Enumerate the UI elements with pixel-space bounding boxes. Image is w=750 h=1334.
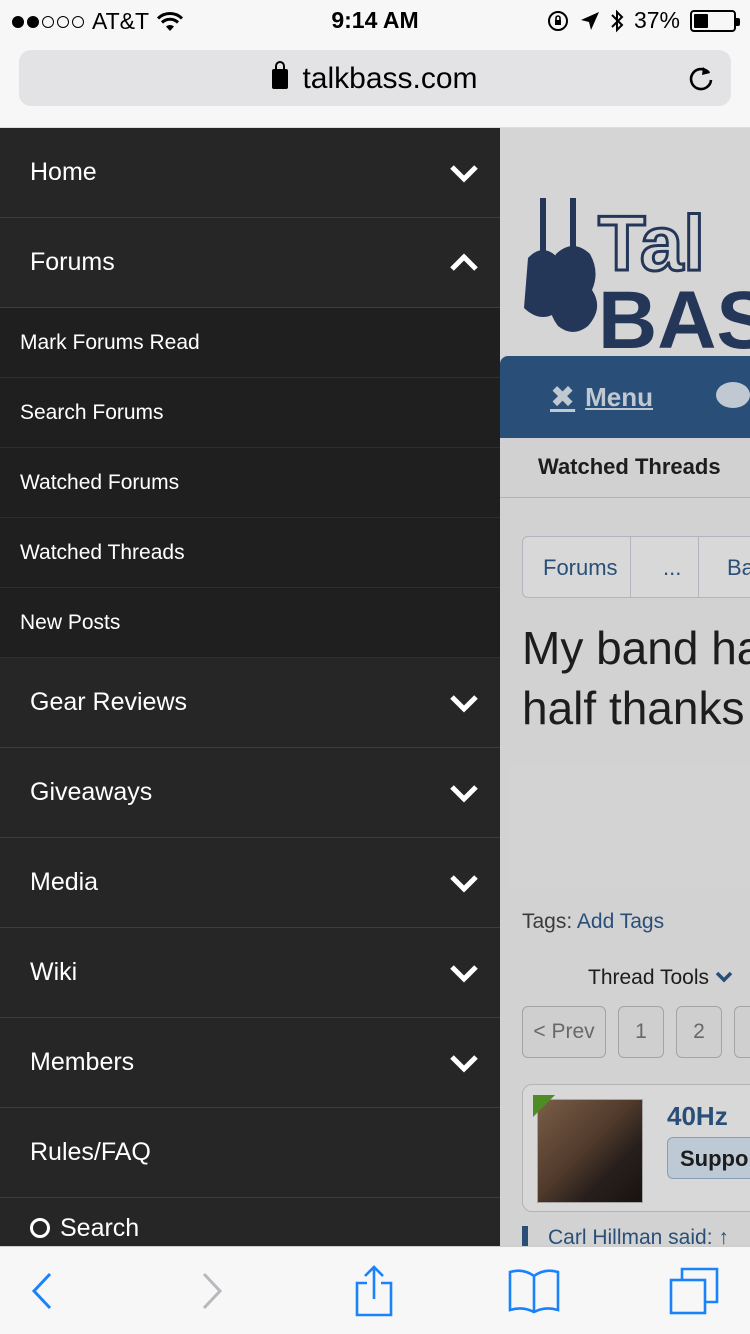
chevron-right-icon (202, 1272, 223, 1310)
chevron-down-icon (450, 964, 478, 983)
menu-item-wiki[interactable]: Wiki (0, 928, 500, 1018)
menu-search-label: Search (60, 1213, 140, 1242)
submenu-item-watched-threads[interactable]: Watched Threads (0, 518, 500, 588)
page-content: Tal BAS ✖ Menu Watched Threads Forums ..… (500, 128, 750, 1246)
chevron-up-icon (450, 252, 478, 271)
menu-item-label: Media (30, 868, 99, 896)
battery-percent: 37% (633, 7, 680, 33)
back-button[interactable] (14, 1265, 70, 1317)
status-right: 37% (546, 7, 740, 34)
share-icon (355, 1265, 393, 1317)
menu-item-label: Members (30, 1048, 135, 1076)
menu-item-home[interactable]: Home (0, 128, 500, 218)
chevron-down-icon (450, 784, 478, 803)
share-button[interactable] (346, 1265, 402, 1317)
menu-item-label: Giveaways (30, 778, 153, 806)
submenu-item-mark-forums-read[interactable]: Mark Forums Read (0, 308, 500, 378)
menu-item-media[interactable]: Media (0, 838, 500, 928)
chevron-down-icon (450, 694, 478, 713)
book-icon (508, 1269, 560, 1314)
search-icon (30, 1218, 50, 1238)
browser-toolbar (0, 1246, 750, 1334)
location-icon (580, 11, 599, 30)
menu-item-rules-faq[interactable]: Rules/FAQ (0, 1108, 500, 1198)
submenu-item-new-posts[interactable]: New Posts (0, 588, 500, 658)
bluetooth-icon (611, 9, 624, 32)
menu-item-label: Gear Reviews (30, 688, 187, 716)
submenu-item-watched-forums[interactable]: Watched Forums (0, 448, 500, 518)
lock-icon (272, 61, 289, 89)
chevron-down-icon (450, 1054, 478, 1073)
address-bar[interactable]: talkbass.com (19, 50, 731, 106)
tabs-icon (669, 1267, 719, 1315)
forward-button[interactable] (184, 1265, 240, 1317)
menu-item-forums[interactable]: Forums (0, 218, 500, 308)
status-bar: AT&T 9:14 AM 37% (0, 0, 750, 40)
orientation-lock-icon (547, 10, 568, 31)
browser-address-area: talkbass.com (0, 40, 750, 128)
bookmarks-button[interactable] (506, 1265, 562, 1317)
url-text: talkbass.com (302, 62, 478, 95)
submenu-item-search-forums[interactable]: Search Forums (0, 378, 500, 448)
chevron-down-icon (450, 874, 478, 893)
chevron-left-icon (31, 1272, 52, 1310)
menu-overlay[interactable] (500, 128, 750, 1246)
menu-item-label: Rules/FAQ (30, 1138, 151, 1166)
reload-icon[interactable] (687, 64, 715, 92)
menu-item-label: Forums (30, 248, 115, 276)
battery-icon (690, 9, 740, 32)
menu-item-giveaways[interactable]: Giveaways (0, 748, 500, 838)
menu-item-label: Home (30, 158, 97, 186)
tabs-button[interactable] (666, 1265, 722, 1317)
menu-item-members[interactable]: Members (0, 1018, 500, 1108)
side-menu: Home Forums Mark Forums Read Search Foru… (0, 128, 500, 1246)
chevron-down-icon (450, 164, 478, 183)
menu-item-search[interactable]: Search (0, 1198, 500, 1246)
menu-item-gear-reviews[interactable]: Gear Reviews (0, 658, 500, 748)
menu-item-label: Wiki (30, 958, 78, 986)
